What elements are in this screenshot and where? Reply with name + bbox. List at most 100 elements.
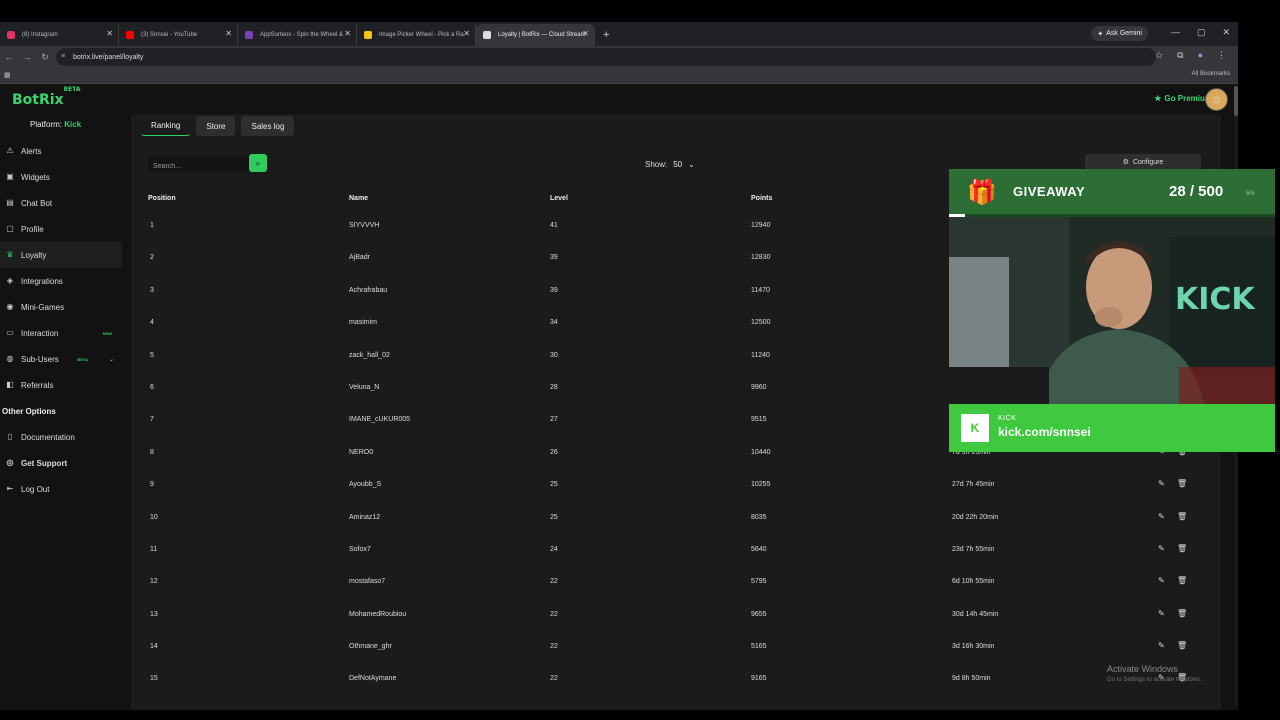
close-tab-icon[interactable]: ✕ [463,29,470,38]
edit-icon[interactable]: ✎ [1158,609,1165,618]
tab-ranking[interactable]: Ranking [141,116,191,136]
sidebar-item-mini-games[interactable]: ◉ Mini-Games [0,294,122,320]
go-premium-button[interactable]: ★ Go Premium [1154,94,1212,103]
youtube-favicon-icon [126,31,134,39]
minimize-icon[interactable]: — [1171,27,1180,38]
tab-title: Loyalty | BotRix — Cloud Stream [498,32,586,38]
all-bookmarks-link[interactable]: All Bookmarks [1192,71,1230,77]
delete-icon[interactable]: 🗑 [1177,576,1187,585]
url-text: botrix.live/panel/loyalty [73,53,144,61]
sidebar-item-alerts[interactable]: ⚠ Alerts [0,138,122,164]
platform-label: Platform: [30,120,63,129]
row-name: SIYVVVH [349,222,380,229]
reload-icon[interactable]: ↻ [36,52,54,63]
row-level: 41 [550,222,558,229]
browser-tab-image-picker[interactable]: Image Picker Wheel - Pick a Ra ✕ [357,24,476,46]
table-row: 11 Sofox7 24 5640 23d 7h 55min ✎ 🗑 [148,534,1208,566]
tab-sales-log[interactable]: Sales log [241,116,295,136]
row-watch-time: 30d 14h 45min [952,610,999,618]
close-tab-icon[interactable]: ✕ [344,29,351,38]
column-level[interactable]: Level [550,195,568,202]
bookmark-star-icon[interactable]: ☆ [1155,50,1163,61]
new-badge: NEW [102,330,112,336]
edit-icon[interactable]: ✎ [1158,641,1165,650]
row-position: 8 [150,448,154,456]
maximize-icon[interactable]: ▢ [1197,27,1206,38]
giveaway-title: GIVEAWAY [1013,184,1086,199]
sidebar-item-label: Profile [21,224,44,234]
sidebar-item-profile[interactable]: ▢ Profile [0,216,122,242]
row-position: 15 [150,675,158,683]
sidebar-item-sub-users[interactable]: ◍ Sub-Users BETA ⌄ [0,346,122,372]
browser-tab-appsorteos[interactable]: AppSorteos - Spin the Wheel & ✕ [238,24,357,46]
delete-icon[interactable]: 🗑 [1177,512,1187,521]
close-tab-icon[interactable]: ✕ [225,29,232,38]
gemini-icon: ✦ [1097,30,1104,38]
page-size-selector[interactable]: Show: 50 ⌄ [645,160,695,169]
site-info-icon[interactable]: ≡ [61,53,65,60]
kick-url: kick.com/snnsei [998,425,1091,439]
logo-text: BotRix [12,92,64,108]
sidebar-item-log-out[interactable]: ⇤ Log Out [0,476,122,502]
close-window-icon[interactable]: ✕ [1222,27,1230,38]
row-name: Veluna_N [349,383,380,391]
edit-icon[interactable]: ✎ [1158,544,1165,553]
delete-icon[interactable]: 🗑 [1177,609,1187,618]
sidebar-item-label: Loyalty [21,250,47,260]
search-input[interactable] [148,158,244,175]
sidebar-item-referrals[interactable]: ◧ Referrals [0,372,122,398]
edit-icon[interactable]: ✎ [1158,512,1165,521]
row-name: MohamedRoubiou [349,610,407,618]
browser-tab-instagram[interactable]: (8) Instagram ✕ [0,24,119,46]
row-watch-time: 27d 7h 45min [952,481,995,489]
row-watch-time: 6d 10h 55min [952,578,995,586]
edit-icon[interactable]: ✎ [1158,479,1165,488]
sidebar-item-get-support[interactable]: ◎ Get Support [0,450,122,476]
column-points[interactable]: Points [751,195,772,202]
table-row: 12 mostafaso7 22 5795 6d 10h 55min ✎ 🗑 [148,566,1208,598]
chevron-down-icon[interactable]: ⌄ [109,356,114,363]
menu-icon[interactable]: ⋮ [1217,50,1226,61]
scrollbar-thumb[interactable] [1234,86,1238,116]
sidebar-item-chat-bot[interactable]: ▤ Chat Bot [0,190,122,216]
column-name[interactable]: Name [349,195,368,202]
sidebar-item-loyalty[interactable]: ♛ Loyalty [0,242,122,268]
edit-icon[interactable]: ✎ [1158,576,1165,585]
row-level: 25 [550,481,558,489]
address-bar[interactable]: ≡ botrix.live/panel/loyalty [56,48,1156,66]
widgets-icon: ▣ [6,172,14,181]
sidebar-item-widgets[interactable]: ▣ Widgets [0,164,122,190]
star-icon: ★ [1154,94,1162,103]
avatar[interactable]: ☺ [1205,88,1228,111]
search-button[interactable]: ⌕ [249,154,267,172]
delete-icon[interactable]: 🗑 [1177,641,1187,650]
extensions-icon[interactable]: ⧉ [1177,50,1183,61]
close-tab-icon[interactable]: ✕ [106,29,113,38]
row-points: 11240 [751,351,770,359]
browser-tab-youtube[interactable]: (3) Snnsei - YouTube ✕ [119,24,238,46]
row-watch-time: 9d 8h 50min [952,675,991,683]
sidebar-item-integrations[interactable]: ◈ Integrations [0,268,122,294]
delete-icon[interactable]: 🗑 [1177,544,1187,553]
row-level: 22 [550,675,558,683]
column-position[interactable]: Position [148,195,176,202]
profile-icon[interactable]: ● [1198,50,1203,61]
back-icon[interactable]: ← [0,52,18,62]
forward-icon[interactable]: → [18,52,36,62]
row-name: Achrafrabau [349,286,388,294]
sidebar-item-documentation[interactable]: ▯ Documentation [0,424,122,450]
delete-icon[interactable]: 🗑 [1177,479,1187,488]
sidebar-item-label: Integrations [21,276,63,286]
botrix-logo[interactable]: BotRixBETA [12,86,81,108]
platform-value: Kick [64,120,82,129]
configure-button[interactable]: ⚙ Configure [1085,154,1201,170]
close-tab-icon[interactable]: ✕ [582,29,589,38]
tab-store[interactable]: Store [196,116,236,136]
row-points: 12830 [751,254,771,262]
row-position: 12 [150,578,158,586]
sidebar-item-interaction[interactable]: ▭ Interaction NEW [0,320,122,346]
ask-gemini-button[interactable]: ✦ Ask Gemini [1091,26,1148,41]
browser-tab-botrix[interactable]: Loyalty | BotRix — Cloud Stream ✕ [476,24,595,46]
new-tab-button[interactable]: + [595,24,617,46]
apps-grid-icon[interactable]: ▦ [4,71,11,79]
